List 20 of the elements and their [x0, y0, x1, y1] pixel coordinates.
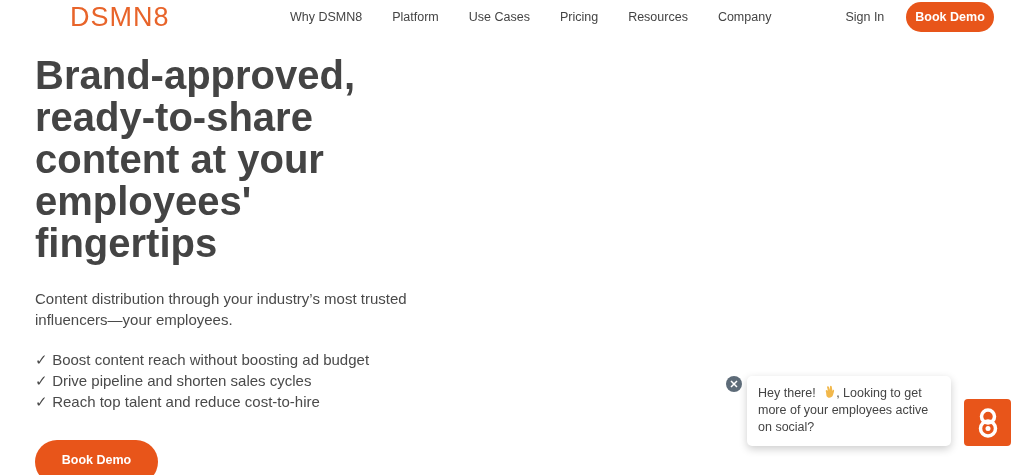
chat-launcher-button[interactable]: [964, 399, 1011, 446]
nav-link[interactable]: Pricing: [559, 10, 599, 24]
close-button[interactable]: [726, 376, 742, 392]
book-demo-button[interactable]: Book Demo: [35, 440, 158, 475]
nav-link[interactable]: Use Cases: [468, 10, 530, 24]
benefit-item: ✓ Reach top talent and reduce cost-to-hire: [35, 392, 320, 412]
subtitle: Content distribution through your industry’s most trusted influencers—your employees.: [35, 289, 408, 330]
eight-icon: [976, 407, 999, 438]
nav-link[interactable]: Why DSMN8: [290, 10, 363, 24]
benefit-item: ✓ Drive pipeline and shorten sales cycles: [35, 371, 312, 391]
waving-hand-icon: [823, 385, 837, 399]
close-icon: [730, 380, 738, 388]
chat-bubble[interactable]: Hey there! , Looking to get more of your employees active on social?: [747, 376, 951, 446]
nav-link[interactable]: Company: [717, 10, 772, 24]
benefit-item: ✓ Boost content reach without boosting ad budget: [35, 350, 370, 370]
headline: Brand-approved, ready-to-share content at your employees' fingertips: [35, 54, 357, 264]
nav-link[interactable]: Resources: [628, 10, 688, 24]
book-demo-button[interactable]: Book Demo: [906, 2, 994, 32]
nav-link[interactable]: Platform: [392, 10, 439, 24]
sign-in-link[interactable]: Sign In: [845, 10, 885, 24]
